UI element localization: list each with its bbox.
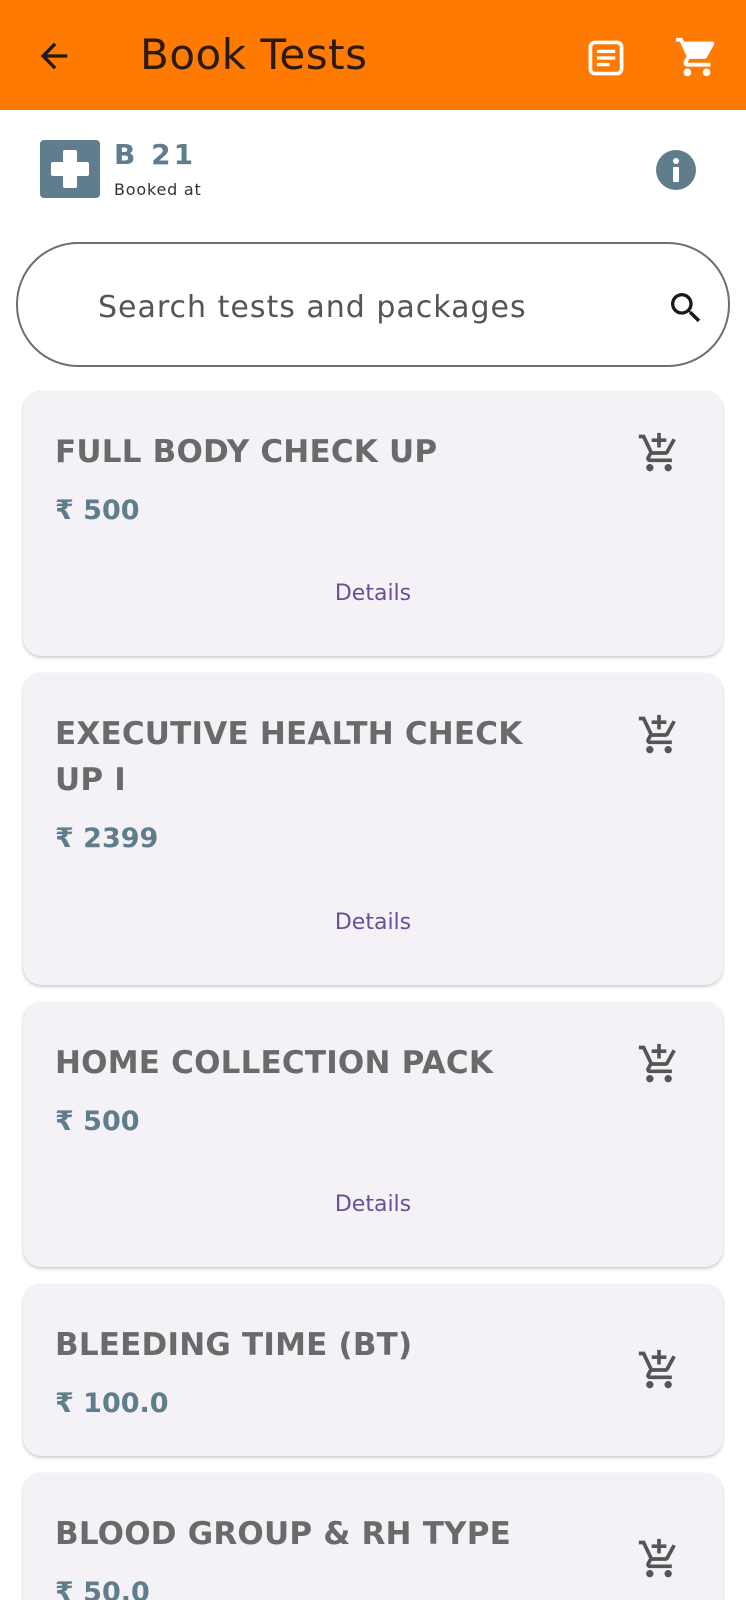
add-to-cart-icon[interactable] (637, 1042, 681, 1086)
search-icon[interactable] (666, 288, 706, 328)
medical-cross-icon (40, 140, 100, 198)
details-link[interactable]: Details (23, 910, 723, 935)
search-input[interactable]: Search tests and packages (16, 242, 730, 367)
lab-name: B 21 (114, 138, 197, 171)
test-price: ₹ 50.0 (55, 1577, 150, 1600)
test-price: ₹ 500 (55, 1106, 140, 1137)
test-name: BLOOD GROUP & RH TYPE (55, 1516, 511, 1552)
shopping-cart-icon[interactable] (674, 34, 720, 80)
search-placeholder: Search tests and packages (98, 290, 527, 325)
test-name: EXECUTIVE HEALTH CHECK UP I (55, 716, 523, 798)
test-card[interactable]: BLEEDING TIME (BT) ₹ 100.0 (23, 1284, 723, 1456)
test-card[interactable]: FULL BODY CHECK UP ₹ 500 Details (23, 391, 723, 656)
test-card[interactable]: HOME COLLECTION PACK ₹ 500 Details (23, 1002, 723, 1267)
orders-list-icon[interactable] (584, 36, 628, 80)
test-price: ₹ 100.0 (55, 1388, 169, 1419)
test-name: FULL BODY CHECK UP (55, 434, 438, 470)
test-name: HOME COLLECTION PACK (55, 1045, 494, 1081)
app-bar: Book Tests (0, 0, 746, 110)
test-card[interactable]: EXECUTIVE HEALTH CHECK UP I ₹ 2399 Detai… (23, 673, 723, 985)
details-link[interactable]: Details (23, 581, 723, 606)
lab-info: B 21 Booked at (40, 138, 706, 202)
test-card[interactable]: BLOOD GROUP & RH TYPE ₹ 50.0 (23, 1473, 723, 1600)
details-link[interactable]: Details (23, 1192, 723, 1217)
add-to-cart-icon[interactable] (637, 431, 681, 475)
add-to-cart-icon[interactable] (637, 1348, 681, 1392)
lab-subtitle: Booked at (114, 180, 202, 199)
add-to-cart-icon[interactable] (637, 713, 681, 757)
add-to-cart-icon[interactable] (637, 1537, 681, 1581)
arrow-back-icon[interactable] (34, 36, 74, 76)
test-price: ₹ 2399 (55, 823, 159, 854)
info-icon[interactable] (656, 150, 696, 190)
page-title: Book Tests (140, 30, 368, 79)
test-price: ₹ 500 (55, 495, 140, 526)
test-name: BLEEDING TIME (BT) (55, 1327, 413, 1363)
